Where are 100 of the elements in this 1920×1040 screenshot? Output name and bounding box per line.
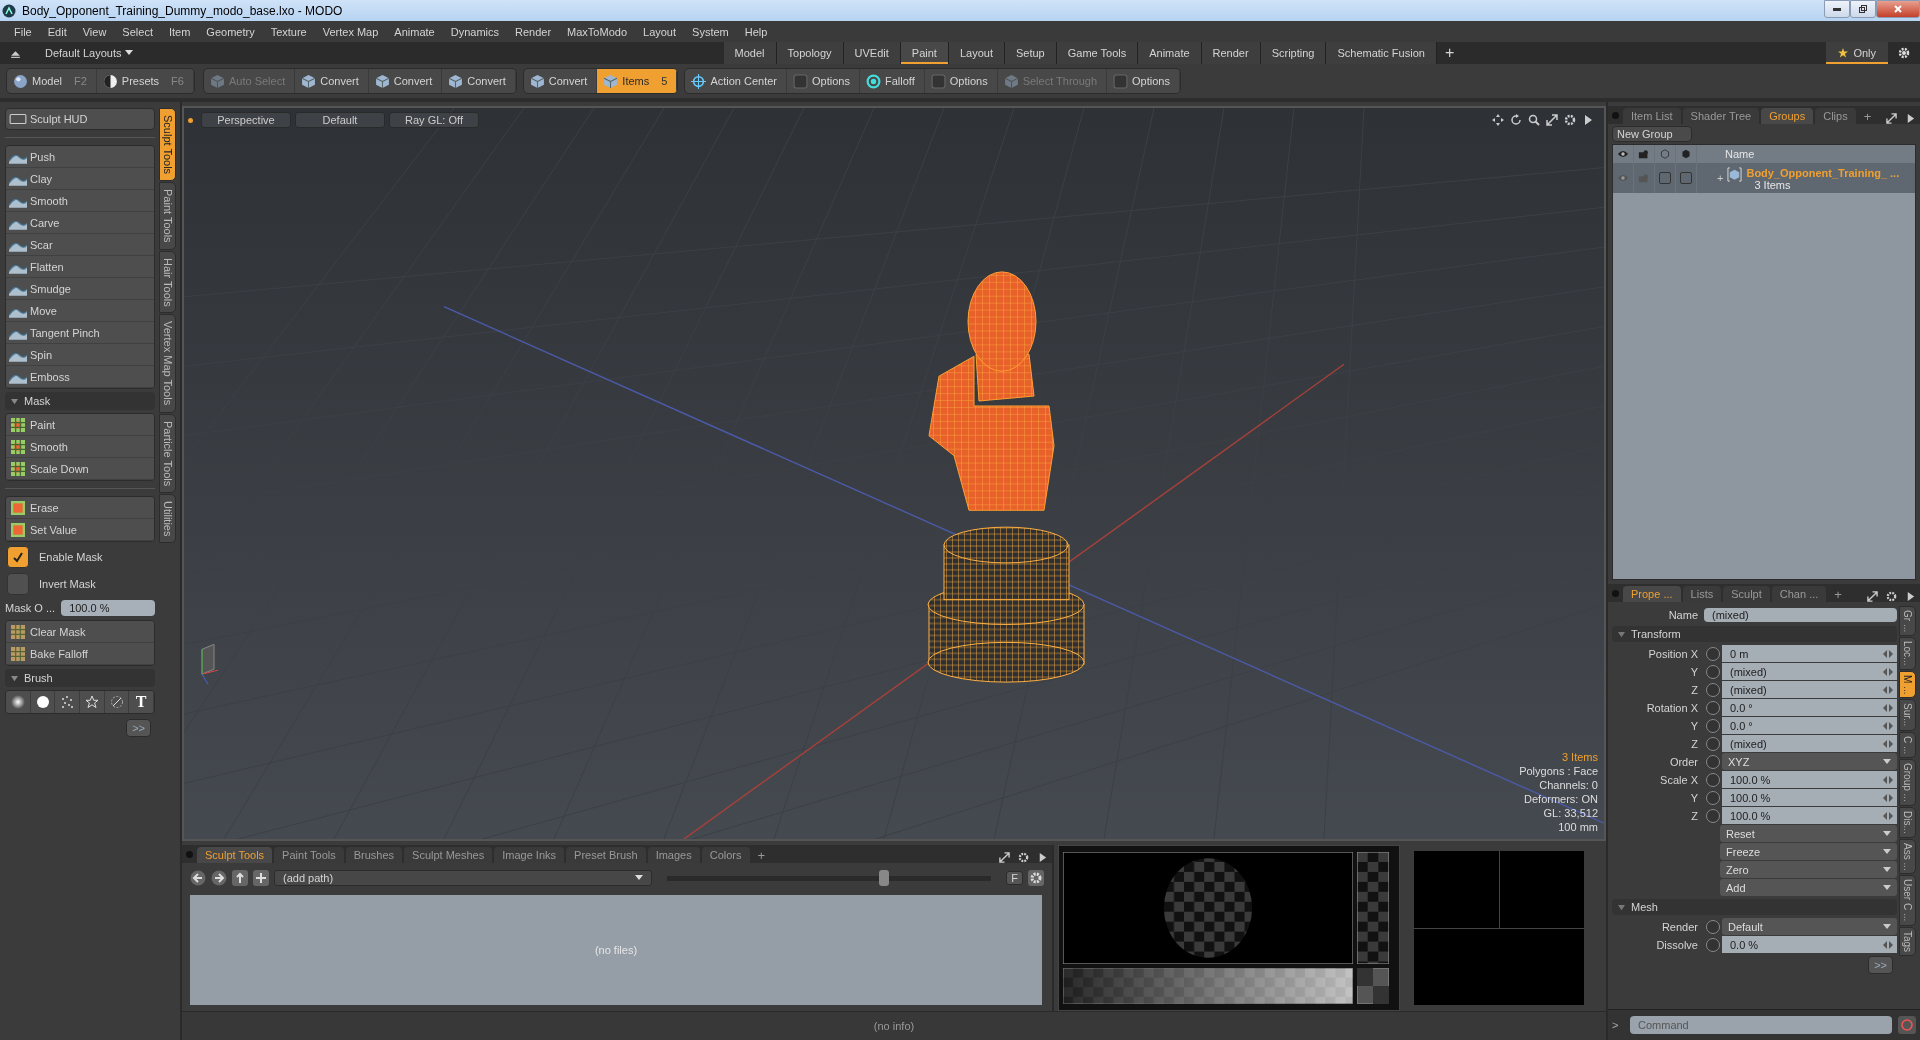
number-field[interactable]: 0.0 ° — [1722, 699, 1897, 716]
side-tab[interactable]: Tags — [1899, 926, 1916, 956]
sculpt-tool-button[interactable]: Smudge — [6, 278, 154, 300]
menu-item[interactable]: Animate — [386, 25, 443, 38]
restore-button[interactable] — [1850, 0, 1876, 18]
only-button[interactable]: Only — [1826, 42, 1888, 64]
panel-tab[interactable]: Chan ... — [1771, 586, 1827, 602]
arrow-icon[interactable] — [1905, 591, 1916, 602]
viewport-option-button[interactable]: Ray GL: Off — [389, 112, 479, 128]
number-field[interactable]: 0.0 % — [1722, 936, 1897, 953]
number-field[interactable]: (mixed) — [1722, 735, 1897, 752]
3d-viewport[interactable]: Perspective Default Ray GL: Off 3 Items Polygons : Face Channels: 0 Deformers: ON GL: 33,512 100 mm — [182, 106, 1606, 842]
side-tab[interactable]: Paint Tools — [159, 182, 176, 250]
layout-tab[interactable]: Layout — [948, 42, 1005, 64]
menu-item[interactable]: Item — [160, 25, 199, 38]
brush-shape-button[interactable] — [55, 691, 80, 713]
sculpt-tool-button[interactable]: Move — [6, 300, 154, 322]
number-field[interactable]: 0 m — [1722, 645, 1897, 662]
layout-tab[interactable]: Game Tools — [1056, 42, 1139, 64]
keyframe-toggle[interactable] — [1706, 664, 1720, 679]
dot-icon[interactable] — [1612, 589, 1619, 597]
keyframe-toggle[interactable] — [1706, 646, 1720, 661]
menu-item[interactable]: Edit — [39, 25, 75, 38]
dropdown-button[interactable]: Freeze — [1720, 843, 1897, 860]
sculpt-tool-button[interactable]: Clay — [6, 168, 154, 190]
layout-tab[interactable]: Schematic Fusion — [1326, 42, 1437, 64]
maximize-icon[interactable] — [1867, 591, 1878, 602]
number-field[interactable]: 100.0 % — [1722, 807, 1897, 824]
dropdown-button[interactable]: Add — [1720, 879, 1897, 896]
keyframe-toggle[interactable] — [1706, 919, 1720, 934]
brush-shape-button[interactable] — [6, 691, 31, 713]
layouts-dropdown[interactable]: Default Layouts — [39, 46, 140, 60]
menu-item[interactable]: Texture — [262, 25, 315, 38]
slider-thumb[interactable] — [879, 870, 890, 887]
arrow-icon[interactable] — [1582, 114, 1594, 126]
number-field[interactable]: 100.0 % — [1722, 771, 1897, 788]
add-icon[interactable] — [253, 870, 269, 887]
keyframe-toggle[interactable] — [1706, 790, 1720, 805]
menu-item[interactable]: System — [684, 25, 737, 38]
menu-item[interactable]: View — [74, 25, 115, 38]
layout-tab[interactable]: UVEdit — [843, 42, 901, 64]
keyframe-toggle[interactable] — [1706, 772, 1720, 787]
pan-icon[interactable] — [1492, 114, 1504, 126]
sculpt-hud-button[interactable]: Sculpt HUD — [5, 108, 155, 130]
panel-tab[interactable]: Colors — [701, 847, 750, 864]
dropdown[interactable]: Default — [1722, 918, 1897, 935]
spinner-arrows-icon[interactable] — [1883, 649, 1893, 658]
command-field[interactable]: Command — [1630, 1016, 1892, 1034]
toolbar-button[interactable]: Options — [924, 69, 998, 93]
record-icon[interactable] — [1898, 1016, 1916, 1034]
side-tab[interactable]: Gr ... — [1899, 606, 1916, 637]
cube-icon[interactable] — [1659, 149, 1671, 159]
panel-tab[interactable]: Prope ... — [1623, 586, 1681, 602]
settings-icon[interactable] — [1018, 852, 1029, 864]
dropdown[interactable]: XYZ — [1722, 753, 1897, 770]
add-tab-button[interactable]: + — [1828, 587, 1848, 602]
arrow-icon[interactable] — [1905, 113, 1916, 124]
toolbar-button[interactable]: Model F2 — [7, 69, 97, 93]
side-tab[interactable]: Sur... — [1899, 699, 1916, 731]
keyframe-toggle[interactable] — [1706, 736, 1720, 751]
sculpt-tool-button[interactable]: Emboss — [6, 366, 154, 388]
side-tab[interactable]: User C ... — [1899, 875, 1916, 926]
menu-item[interactable]: Layout — [635, 25, 685, 38]
layout-tab[interactable]: Paint — [900, 42, 949, 64]
section-header[interactable]: Mesh — [1612, 899, 1897, 915]
toolbar-button[interactable]: Convert — [295, 69, 369, 93]
maximize-icon[interactable] — [1886, 113, 1897, 124]
number-field[interactable]: 100.0 % — [1722, 789, 1897, 806]
keyframe-toggle[interactable] — [1706, 700, 1720, 715]
spinner-arrows-icon[interactable] — [1883, 739, 1893, 748]
menu-item[interactable]: Select — [114, 25, 161, 38]
menu-item[interactable]: Geometry — [198, 25, 263, 38]
side-tab[interactable]: Utilities — [159, 493, 176, 544]
toolbar-button[interactable]: Options — [1107, 69, 1180, 93]
panel-tab[interactable]: Sculpt Meshes — [404, 847, 493, 864]
opacity-field[interactable]: 100.0 % — [61, 600, 155, 616]
expand-toggle[interactable]: + — [1717, 172, 1724, 184]
cube-icon[interactable] — [1680, 149, 1692, 159]
layout-tab[interactable]: Setup — [1004, 42, 1057, 64]
eye-icon[interactable] — [1617, 149, 1629, 159]
mask-tool-button[interactable]: Paint — [6, 414, 154, 436]
keyframe-toggle[interactable] — [1706, 937, 1720, 952]
checkbox[interactable] — [7, 573, 29, 595]
mask-tool-button[interactable]: Set Value — [6, 519, 154, 541]
panel-tab[interactable]: Groups — [1761, 108, 1814, 124]
brush-shape-button[interactable] — [80, 691, 105, 713]
toolbar-button[interactable]: Items 5 — [597, 69, 678, 93]
toolbar-button[interactable]: Action Center — [685, 69, 788, 93]
menu-item[interactable]: Vertex Map — [314, 25, 387, 38]
back-icon[interactable] — [190, 870, 206, 887]
toolbar-button[interactable]: Convert — [442, 69, 516, 93]
menu-item[interactable]: MaxToModo — [559, 25, 635, 38]
settings-icon[interactable] — [1886, 591, 1897, 602]
dot-icon[interactable] — [186, 850, 193, 858]
section-header[interactable]: Mask — [5, 392, 155, 410]
spinner-arrows-icon[interactable] — [1883, 685, 1893, 694]
panel-tab[interactable]: Shader Tree — [1682, 108, 1760, 124]
toolbar-button[interactable]: Convert — [368, 69, 443, 93]
side-tab[interactable]: Hair Tools — [159, 250, 176, 314]
keyframe-toggle[interactable] — [1706, 754, 1720, 769]
